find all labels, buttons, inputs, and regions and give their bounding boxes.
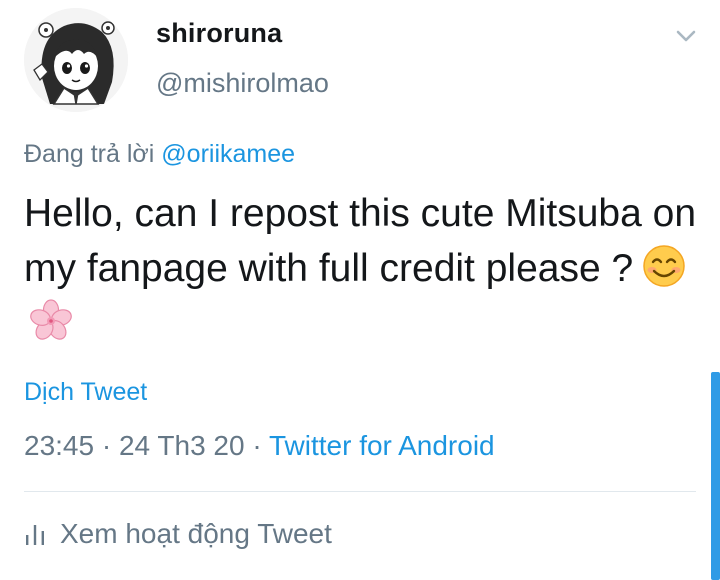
translate-tweet-link[interactable]: Dịch Tweet [24, 378, 147, 407]
replying-to-label: Đang trả lời [24, 140, 162, 168]
divider [24, 491, 696, 492]
smiling-face-emoji [641, 243, 687, 289]
cherry-blossom-emoji [28, 298, 74, 344]
meta-separator: · [244, 430, 269, 461]
tweet-date: 24 Th3 20 [118, 430, 245, 461]
view-tweet-activity-button[interactable]: Xem hoạt động Tweet [24, 518, 332, 550]
chevron-down-icon[interactable] [672, 22, 700, 50]
avatar-image [24, 8, 128, 112]
replying-to-mention-link[interactable]: @oriikamee [161, 140, 295, 168]
bar-chart-icon [24, 521, 46, 547]
tweet-source-link[interactable]: Twitter for Android [269, 430, 495, 461]
view-tweet-activity-label: Xem hoạt động Tweet [60, 518, 332, 549]
tweet-body: Hello, can I repost this cute Mitsuba on… [24, 192, 697, 290]
replying-to-line: Đang trả lời @oriikamee [24, 140, 295, 169]
tweet-meta: 23:45 · 24 Th3 20 · Twitter for Android [24, 430, 495, 462]
meta-separator: · [94, 430, 119, 461]
tweet-text: Hello, can I repost this cute Mitsuba on… [24, 186, 704, 351]
author-handle[interactable]: @mishirolmao [156, 68, 329, 99]
tweet-time: 23:45 [24, 430, 95, 461]
author-display-name[interactable]: shiroruna [156, 18, 282, 49]
avatar[interactable] [24, 8, 128, 112]
scrollbar[interactable] [711, 372, 720, 580]
